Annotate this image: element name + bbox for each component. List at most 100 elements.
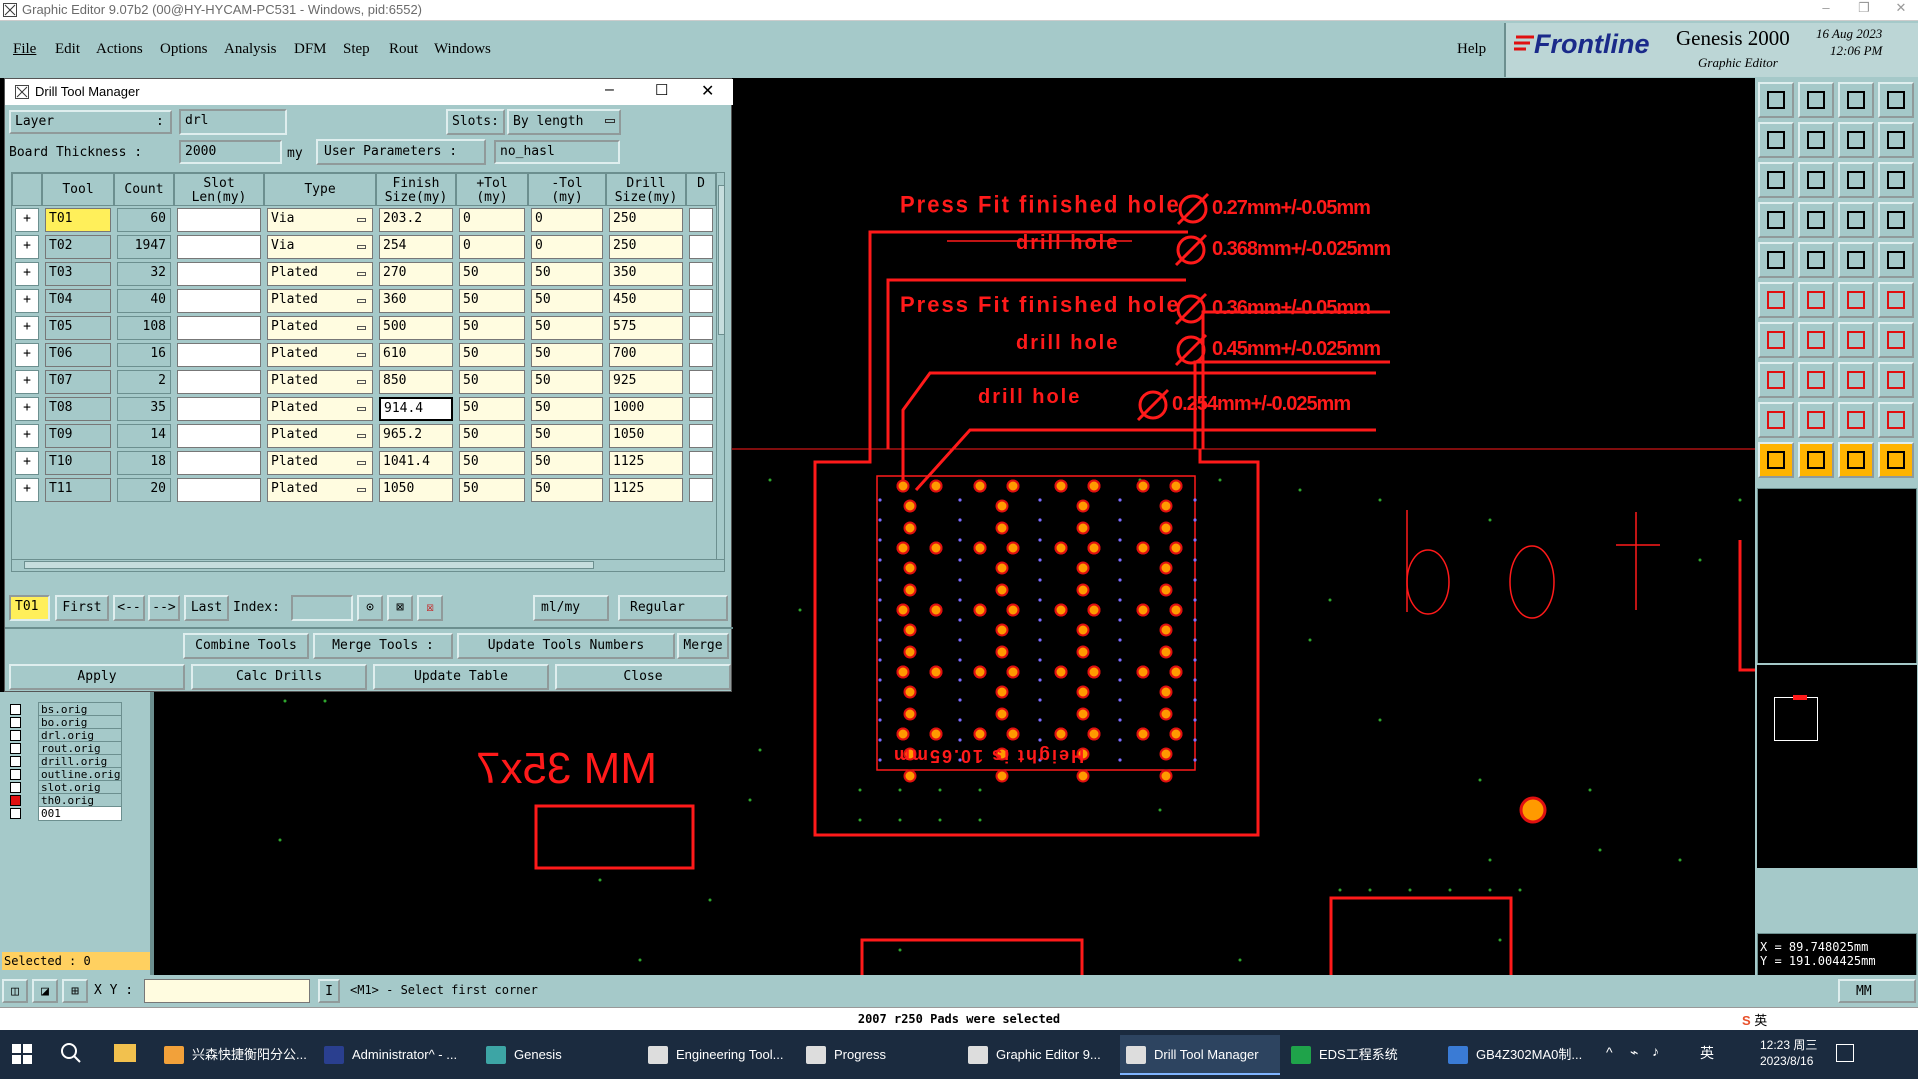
user-parameters-button[interactable]: User Parameters : [316,139,486,165]
draw-line-icon[interactable] [1758,322,1794,358]
fit-icon[interactable] [1758,162,1794,198]
expand-row-icon[interactable]: + [15,316,39,340]
layout-icon[interactable] [1878,82,1914,118]
type-dropdown[interactable]: Plated [267,424,373,448]
expand-row-icon[interactable]: + [15,343,39,367]
finish-input[interactable]: 914.4 [379,397,453,421]
text-a-icon[interactable] [1798,402,1834,438]
taskbar-item[interactable]: EDS工程系统 [1285,1035,1435,1075]
hscroll-thumb[interactable] [24,561,594,569]
tool-cell[interactable]: T02 [45,235,111,259]
table-hscrollbar[interactable] [12,559,724,571]
header-d[interactable]: D [686,173,716,206]
d-input[interactable] [689,478,713,502]
finish-input[interactable]: 1050 [379,478,453,502]
layer-checkbox[interactable] [10,795,21,806]
array-icon[interactable] [1838,362,1874,398]
type-dropdown[interactable]: Plated [267,289,373,313]
finish-input[interactable]: 500 [379,316,453,340]
vscroll-thumb[interactable] [718,185,724,335]
taskbar-item[interactable]: GB4Z302MA0制... [1442,1035,1602,1075]
ntol-input[interactable]: 0 [531,235,603,259]
menu-help[interactable]: Help [1457,41,1486,58]
tray-time[interactable]: 12:23 周三 [1760,1036,1817,1053]
triangle-icon[interactable] [1758,402,1794,438]
ntol-input[interactable]: 50 [531,343,603,367]
d-input[interactable] [689,424,713,448]
drill-input[interactable]: 1125 [609,451,683,475]
ptol-input[interactable]: 0 [459,208,525,232]
minus-icon[interactable] [1798,362,1834,398]
finish-input[interactable]: 850 [379,370,453,394]
finish-input[interactable]: 1041.4 [379,451,453,475]
draw-diag-icon[interactable] [1798,322,1834,358]
finish-input[interactable]: 203.2 [379,208,453,232]
expand-row-icon[interactable]: + [15,262,39,286]
expand-row-icon[interactable]: + [15,397,39,421]
type-dropdown[interactable]: Via [267,235,373,259]
mini-map[interactable] [1757,663,1917,868]
import-icon[interactable] [1758,122,1794,158]
cross-icon[interactable] [1798,282,1834,318]
table-vscrollbar[interactable] [716,173,724,559]
windows-start-icon[interactable] [12,1044,32,1064]
drill-input[interactable]: 575 [609,316,683,340]
ptol-input[interactable]: 50 [459,397,525,421]
expand-row-icon[interactable]: + [15,235,39,259]
graph-icon[interactable]: ◪ [32,979,58,1003]
board-thickness-input[interactable]: 2000 [179,140,282,164]
tool-cell[interactable]: T07 [45,370,111,394]
notifications-icon[interactable] [1836,1044,1854,1062]
ptol-input[interactable]: 50 [459,262,525,286]
tool-cell[interactable]: T11 [45,478,111,502]
taskbar-item[interactable]: Drill Tool Manager [1120,1035,1280,1075]
type-dropdown[interactable]: Plated [267,316,373,340]
taskbar-item[interactable]: 兴森快捷衡阳分公... [158,1035,313,1075]
slot-len-input[interactable] [177,289,261,313]
header-count[interactable]: Count [114,173,174,206]
line-icon[interactable] [1838,282,1874,318]
slot-len-input[interactable] [177,235,261,259]
close-icon[interactable]: ✕ [1884,0,1918,20]
tool-cell[interactable]: T01 [45,208,111,232]
screen-icon[interactable]: ◫ [2,979,28,1003]
pan-icon[interactable] [1798,162,1834,198]
drill-input[interactable]: 450 [609,289,683,313]
expand-row-icon[interactable]: + [15,289,39,313]
dtm-close-icon[interactable]: ✕ [701,81,714,101]
ptol-input[interactable]: 50 [459,451,525,475]
close-button[interactable]: Close [555,664,731,690]
ntol-input[interactable]: 0 [531,208,603,232]
tool-cell[interactable]: T04 [45,289,111,313]
ntol-input[interactable]: 50 [531,370,603,394]
tray-chevron-icon[interactable]: ^ [1606,1044,1613,1060]
pad-icon[interactable] [1878,242,1914,278]
filter-icon[interactable] [1878,202,1914,238]
node-icon[interactable] [1878,282,1914,318]
type-dropdown[interactable]: Plated [267,478,373,502]
layer-checkbox[interactable] [10,756,21,767]
drill-input[interactable]: 700 [609,343,683,367]
drill-input[interactable]: 1125 [609,478,683,502]
d-input[interactable] [689,397,713,421]
menu-rout[interactable]: Rout [389,41,418,58]
header-plus-tol[interactable]: +Tol (my) [456,173,528,206]
text-a3-icon[interactable] [1878,402,1914,438]
pointer-icon[interactable] [1758,442,1794,478]
drill-input[interactable]: 250 [609,208,683,232]
tray-date[interactable]: 2023/8/16 [1760,1054,1813,1068]
slot-len-input[interactable] [177,343,261,367]
taskbar-item[interactable]: Graphic Editor 9... [962,1035,1117,1075]
ntol-input[interactable]: 50 [531,451,603,475]
ptol-input[interactable]: 50 [459,478,525,502]
d-input[interactable] [689,289,713,313]
expand-row-icon[interactable]: + [15,424,39,448]
d-input[interactable] [689,208,713,232]
d-input[interactable] [689,235,713,259]
next-button[interactable]: --> [148,595,180,621]
type-dropdown[interactable]: Via [267,208,373,232]
ptol-input[interactable]: 50 [459,343,525,367]
slot-len-input[interactable] [177,451,261,475]
xy-input[interactable] [144,979,310,1003]
tray-ime-lang[interactable]: 英 [1700,1043,1714,1063]
